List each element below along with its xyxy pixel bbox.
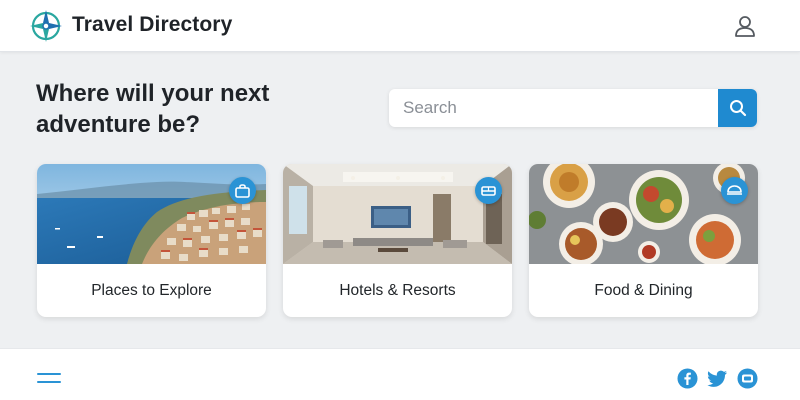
food-platter-photo xyxy=(529,164,758,264)
card-label: Hotels & Resorts xyxy=(339,281,456,299)
twitter-icon[interactable] xyxy=(707,368,728,389)
bed-icon xyxy=(475,177,502,204)
page-headline: Where will your next adventure be? xyxy=(36,80,270,138)
search-button[interactable] xyxy=(718,89,757,127)
bottom-bar xyxy=(0,348,800,400)
facebook-icon[interactable] xyxy=(677,368,698,389)
card-places-to-explore[interactable]: Places to Explore xyxy=(37,164,266,317)
dish-icon xyxy=(721,177,748,204)
search-input[interactable] xyxy=(389,89,718,127)
card-food-dining[interactable]: Food & Dining xyxy=(529,164,758,317)
hotel-lobby-photo xyxy=(283,164,512,264)
card-label: Food & Dining xyxy=(594,281,693,299)
card-label: Places to Explore xyxy=(91,281,212,299)
search-icon xyxy=(729,100,746,117)
user-profile-icon[interactable] xyxy=(733,14,757,38)
brand-title[interactable]: Travel Directory xyxy=(72,13,232,37)
bag-icon xyxy=(229,177,256,204)
card-hotels-resorts[interactable]: Hotels & Resorts xyxy=(283,164,512,317)
coastal-town-photo xyxy=(37,164,266,264)
top-header: Travel Directory xyxy=(0,0,800,52)
chat-icon[interactable] xyxy=(737,368,758,389)
search-bar xyxy=(389,89,757,127)
hamburger-menu-icon[interactable] xyxy=(37,371,63,387)
compass-logo-icon[interactable] xyxy=(28,8,64,44)
